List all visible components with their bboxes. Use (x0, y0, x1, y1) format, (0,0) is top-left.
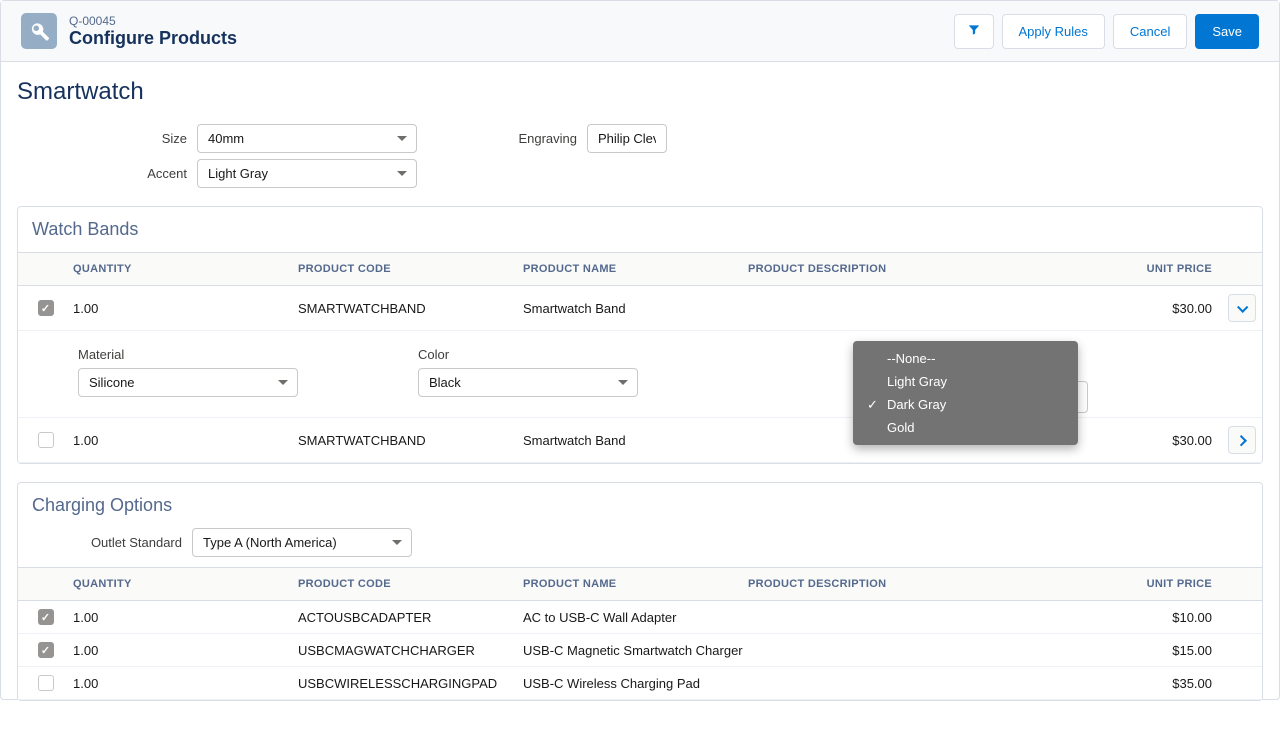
size-select[interactable]: 40mm (197, 124, 417, 153)
cell-name: USB-C Wireless Charging Pad (523, 676, 748, 691)
chevron-down-icon (1237, 302, 1248, 313)
dropdown-option-darkgray[interactable]: Dark Gray (853, 393, 1078, 416)
row-checkbox[interactable] (38, 642, 54, 658)
dropdown-option-gold[interactable]: Gold (853, 416, 1078, 439)
col-code: PRODUCT CODE (298, 578, 523, 590)
watch-bands-table-head: QUANTITY PRODUCT CODE PRODUCT NAME PRODU… (18, 252, 1262, 286)
cell-code: USBCWIRELESSCHARGINGPAD (298, 676, 523, 691)
header-left: Q-00045 Configure Products (21, 13, 237, 49)
col-code: PRODUCT CODE (298, 263, 523, 275)
quote-id: Q-00045 (69, 14, 237, 28)
table-row: 1.00 SMARTWATCHBAND Smartwatch Band $30.… (18, 286, 1262, 331)
table-row: 1.00 USBCMAGWATCHCHARGER USB-C Magnetic … (18, 634, 1262, 667)
row-checkbox[interactable] (38, 675, 54, 691)
dropdown-option-lightgray[interactable]: Light Gray (853, 370, 1078, 393)
cell-price: $35.00 (1008, 676, 1262, 691)
col-desc: PRODUCT DESCRIPTION (748, 578, 1008, 590)
cell-qty: 1.00 (73, 676, 298, 691)
charging-table-head: QUANTITY PRODUCT CODE PRODUCT NAME PRODU… (18, 567, 1262, 601)
cell-qty: 1.00 (73, 610, 298, 625)
cell-code: SMARTWATCHBAND (298, 433, 523, 448)
charging-options-panel: Charging Options Outlet Standard Type A … (17, 482, 1263, 701)
cell-name: AC to USB-C Wall Adapter (523, 610, 748, 625)
engraving-input[interactable] (587, 124, 667, 153)
band-config-row: Material Silicone Color Black --None-- L… (18, 331, 1262, 418)
material-label: Material (78, 347, 298, 362)
product-title: Smartwatch (17, 78, 1263, 106)
save-button[interactable]: Save (1195, 14, 1259, 49)
size-select-wrap: 40mm (197, 124, 417, 153)
cell-name: Smartwatch Band (523, 433, 748, 448)
cell-name: USB-C Magnetic Smartwatch Charger (523, 643, 748, 658)
expand-button[interactable] (1228, 426, 1256, 454)
filter-button[interactable] (954, 14, 994, 49)
col-price: UNIT PRICE (1008, 578, 1262, 590)
expand-button[interactable] (1228, 294, 1256, 322)
watch-bands-title: Watch Bands (18, 207, 1262, 252)
row-checkbox[interactable] (38, 432, 54, 448)
col-desc: PRODUCT DESCRIPTION (748, 263, 1008, 275)
accent-select[interactable]: Light Gray (197, 159, 417, 188)
col-name: PRODUCT NAME (523, 578, 748, 590)
col-quantity: QUANTITY (73, 578, 298, 590)
apply-rules-button[interactable]: Apply Rules (1002, 14, 1105, 49)
product-attributes: Size 40mm Accent Light Gray Engraving (17, 124, 1263, 188)
cell-qty: 1.00 (73, 301, 298, 316)
outlet-select[interactable]: Type A (North America) (192, 528, 412, 557)
row-checkbox[interactable] (38, 609, 54, 625)
col-quantity: QUANTITY (73, 263, 298, 275)
engraving-label: Engraving (517, 131, 577, 146)
cancel-button[interactable]: Cancel (1113, 14, 1187, 49)
size-label: Size (17, 131, 187, 146)
cell-code: ACTOUSBCADAPTER (298, 610, 523, 625)
filter-icon (967, 23, 981, 37)
cell-code: USBCMAGWATCHCHARGER (298, 643, 523, 658)
chevron-right-icon (1236, 435, 1247, 446)
material-select[interactable]: Silicone (78, 368, 298, 397)
accent-select-wrap: Light Gray (197, 159, 417, 188)
content-area: Smartwatch Size 40mm Accent Light Gray E… (1, 62, 1279, 735)
wrench-icon (21, 13, 57, 49)
page-title: Configure Products (69, 28, 237, 49)
cell-price: $30.00 (1008, 301, 1222, 316)
header-actions: Apply Rules Cancel Save (954, 14, 1259, 49)
col-price: UNIT PRICE (1008, 263, 1222, 275)
cell-price: $15.00 (1008, 643, 1262, 658)
cell-name: Smartwatch Band (523, 301, 748, 316)
cell-qty: 1.00 (73, 643, 298, 658)
table-row: 1.00 ACTOUSBCADAPTER AC to USB-C Wall Ad… (18, 601, 1262, 634)
cell-qty: 1.00 (73, 433, 298, 448)
page-header: Q-00045 Configure Products Apply Rules C… (1, 1, 1279, 62)
table-row: 1.00 USBCWIRELESSCHARGINGPAD USB-C Wirel… (18, 667, 1262, 700)
color-select[interactable]: Black (418, 368, 638, 397)
accent-dropdown-menu: --None-- Light Gray Dark Gray Gold (853, 341, 1078, 445)
charging-title: Charging Options (18, 483, 1262, 528)
col-name: PRODUCT NAME (523, 263, 748, 275)
dropdown-option-none[interactable]: --None-- (853, 347, 1078, 370)
color-label: Color (418, 347, 638, 362)
accent-label: Accent (17, 166, 187, 181)
watch-bands-panel: Watch Bands QUANTITY PRODUCT CODE PRODUC… (17, 206, 1263, 464)
row-checkbox[interactable] (38, 300, 54, 316)
cell-price: $10.00 (1008, 610, 1262, 625)
cell-code: SMARTWATCHBAND (298, 301, 523, 316)
header-title-block: Q-00045 Configure Products (69, 14, 237, 49)
outlet-label: Outlet Standard (32, 535, 182, 550)
